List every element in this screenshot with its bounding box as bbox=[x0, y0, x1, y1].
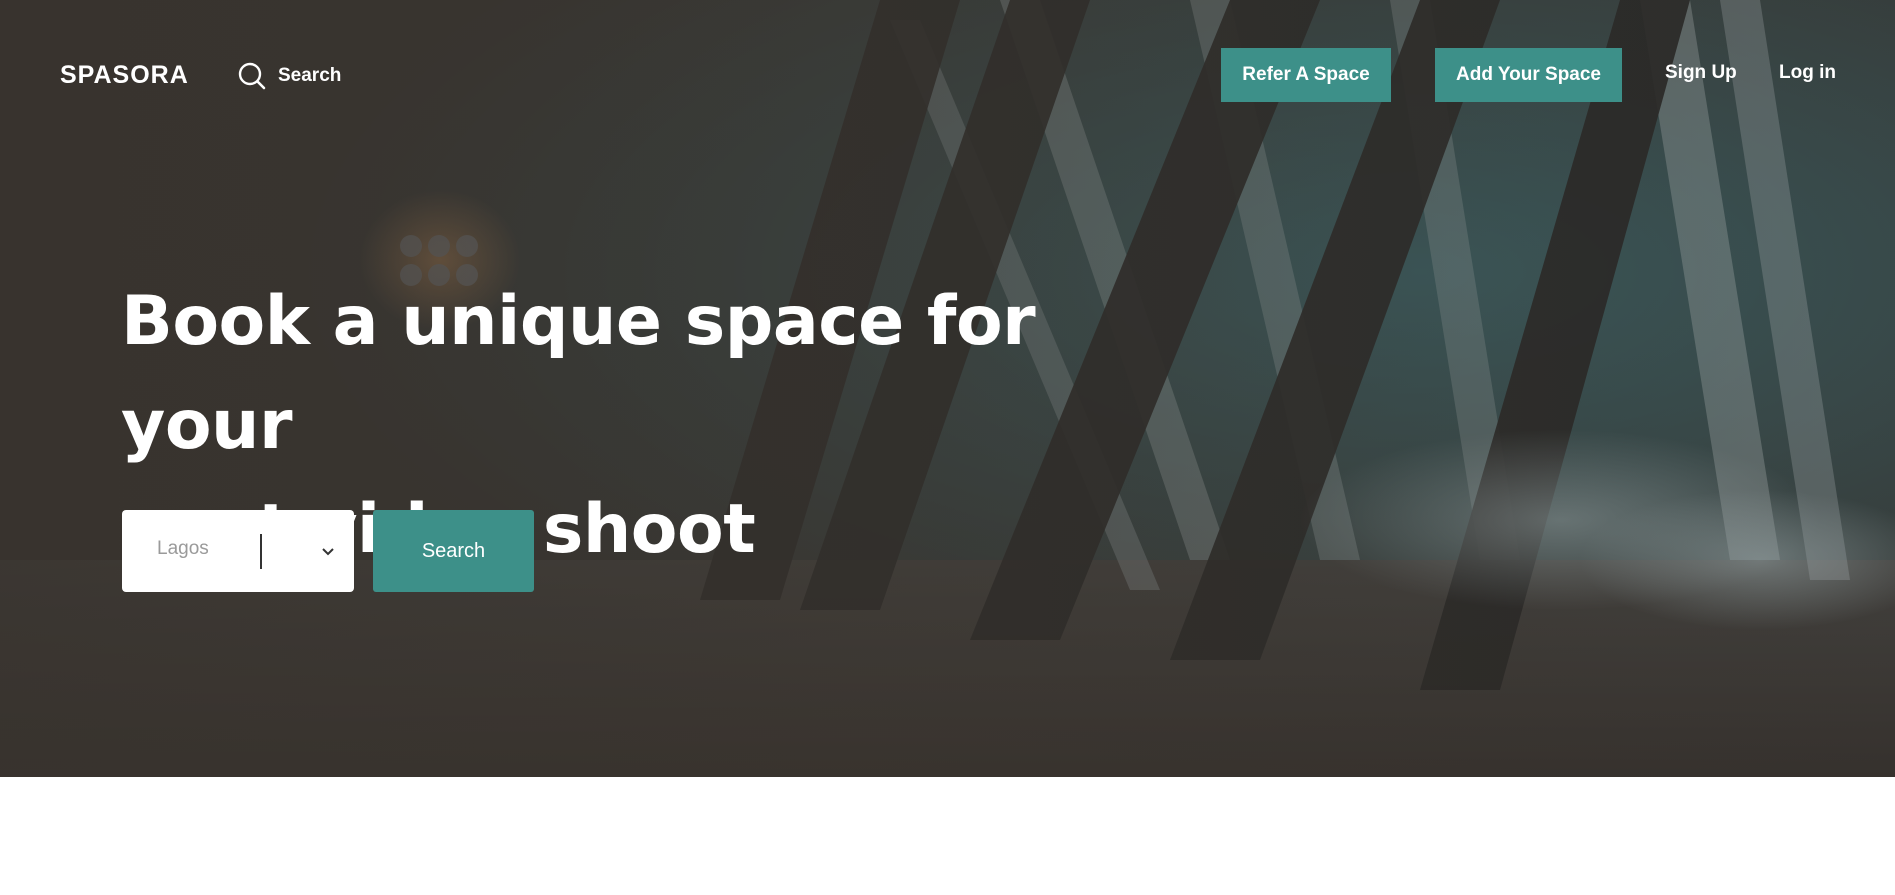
log-in-link[interactable]: Log in bbox=[1779, 62, 1836, 84]
hero-search-button[interactable]: Search bbox=[373, 510, 534, 592]
top-navbar: SPASORA Search Refer A Space Add Your Sp… bbox=[0, 0, 1895, 150]
location-select-value: Lagos bbox=[157, 538, 209, 559]
sign-up-link[interactable]: Sign Up bbox=[1665, 62, 1737, 84]
select-divider bbox=[260, 534, 262, 569]
add-your-space-button[interactable]: Add Your Space bbox=[1435, 48, 1622, 102]
nav-search-button[interactable]: Search bbox=[238, 60, 341, 92]
search-icon bbox=[238, 62, 266, 90]
location-select[interactable]: Lagos bbox=[122, 510, 354, 592]
chevron-down-icon bbox=[321, 544, 335, 562]
hero-section: SPASORA Search Refer A Space Add Your Sp… bbox=[0, 0, 1895, 777]
logo[interactable]: SPASORA bbox=[60, 61, 189, 90]
nav-search-label: Search bbox=[278, 65, 342, 86]
refer-a-space-button[interactable]: Refer A Space bbox=[1221, 48, 1391, 102]
headline-line-1: Book a unique space for your bbox=[121, 282, 1036, 465]
